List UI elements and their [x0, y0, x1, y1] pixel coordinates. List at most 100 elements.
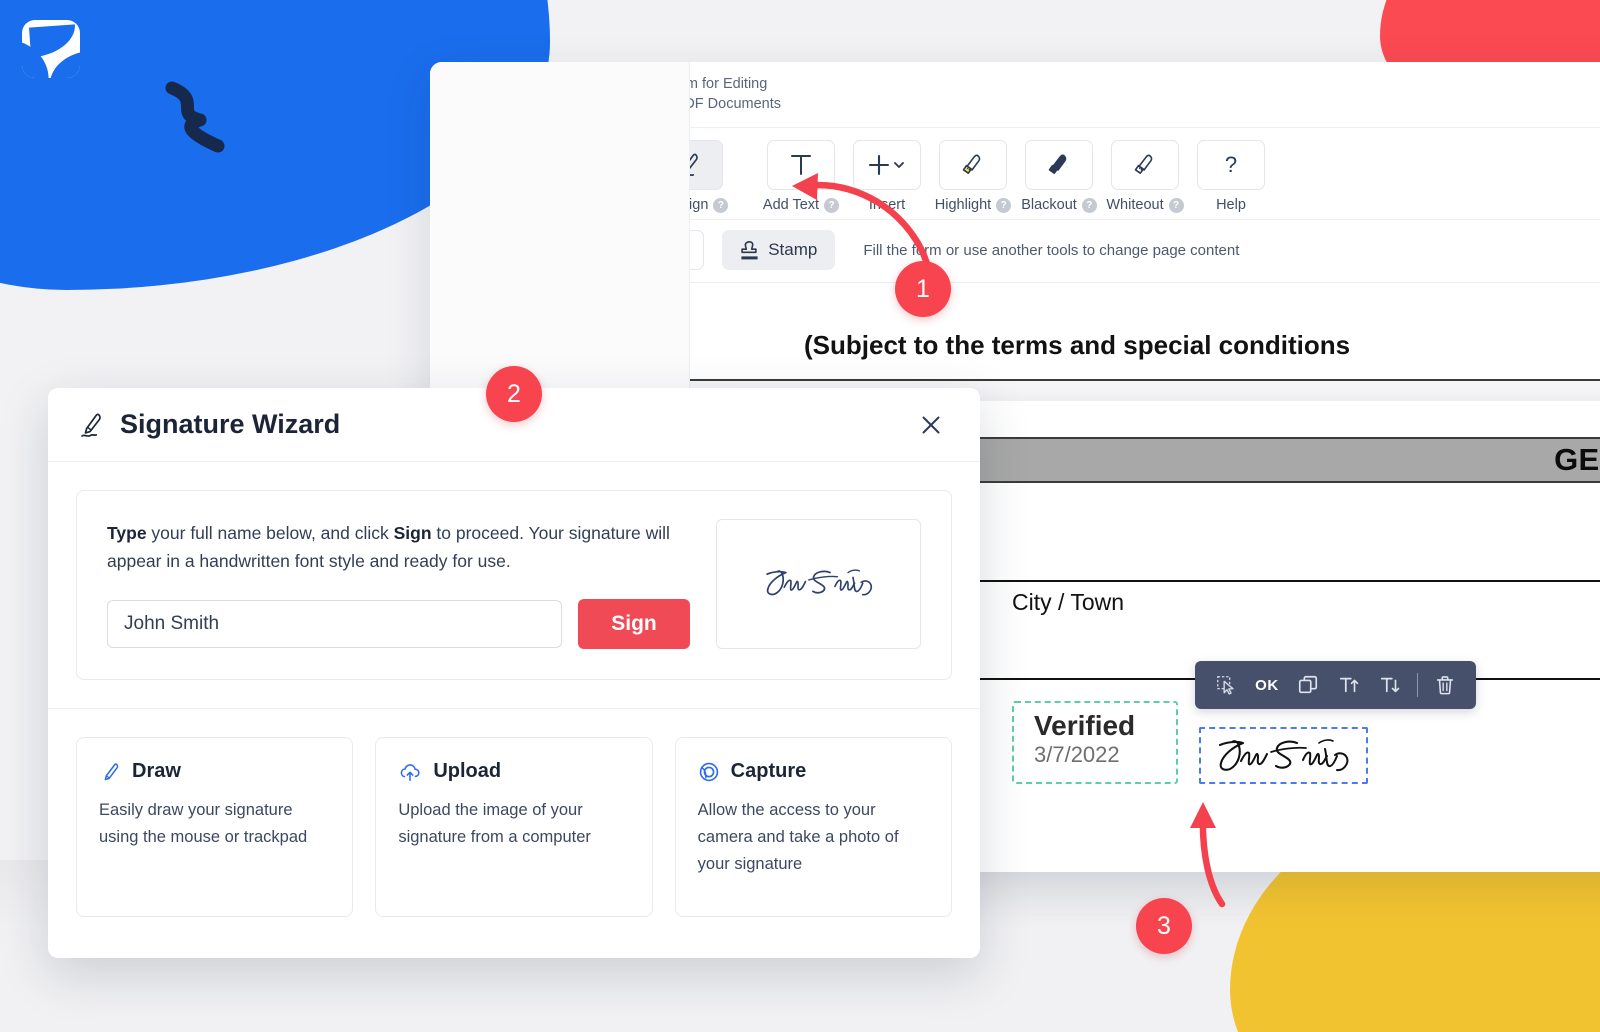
signature-john-smith-glyph — [1218, 738, 1349, 771]
signature-options-row: Draw Easily draw your signature using th… — [48, 709, 980, 917]
draw-pen-icon — [104, 762, 119, 780]
font-decrease-icon — [1380, 677, 1400, 693]
close-modal-button[interactable] — [916, 410, 946, 440]
sign-button[interactable]: Sign — [578, 599, 690, 649]
squiggle-decoration — [165, 81, 225, 153]
whiteout-brush-icon — [1134, 154, 1153, 174]
option-card-upload[interactable]: Upload Upload the image of your signatur… — [375, 737, 653, 917]
highlight-tool-button[interactable] — [939, 140, 1007, 190]
callout-badge-2: 2 — [486, 366, 542, 422]
tool-text: Insert — [868, 197, 906, 213]
tool-help[interactable]: ? Help — [1188, 140, 1274, 213]
help-icon[interactable]: ? — [1168, 197, 1184, 213]
document-subject-text: (Subject to the terms and special condit… — [804, 329, 1351, 360]
toolbar-hint-text: Fill the form or use another tools to ch… — [863, 241, 1240, 259]
tool-whiteout[interactable]: Whiteout ? — [1102, 140, 1188, 213]
signature-pen-icon — [81, 413, 101, 437]
verified-stamp-field[interactable]: Verified 3/7/2022 — [1012, 701, 1178, 784]
tool-highlight[interactable]: Highlight ? — [930, 140, 1016, 213]
help-icon[interactable]: ? — [824, 197, 840, 213]
font-increase-icon — [1339, 677, 1359, 693]
help-icon[interactable]: ? — [713, 197, 729, 213]
duplicate-button[interactable] — [1291, 668, 1325, 702]
highlight-brush-icon — [962, 154, 981, 174]
duplicate-icon — [1298, 675, 1318, 694]
tool-label-add-text: Add Text ? — [762, 197, 840, 213]
close-icon — [922, 416, 940, 433]
help-icon[interactable]: ? — [996, 197, 1012, 213]
option-desc-draw: Easily draw your signature using the mou… — [99, 801, 308, 847]
text-t-icon — [791, 155, 811, 175]
tool-text: Help — [1216, 197, 1246, 213]
plus-chevron-icon — [868, 154, 904, 176]
city-town-label: City / Town — [1012, 589, 1125, 615]
svg-text:?: ? — [1225, 152, 1237, 177]
font-decrease-button[interactable] — [1373, 668, 1407, 702]
ok-button[interactable]: OK — [1250, 668, 1284, 702]
option-head-upload: Upload — [398, 760, 629, 783]
instruction-bold-type: Type — [107, 523, 147, 543]
stamp-icon — [741, 240, 758, 259]
modal-title-block: Signature Wizard — [78, 409, 340, 440]
option-head-draw: Draw — [99, 760, 330, 783]
modal-title-text: Signature Wizard — [120, 409, 341, 439]
toolbar-divider — [1417, 673, 1418, 697]
tool-blackout[interactable]: Blackout ? — [1016, 140, 1102, 213]
tool-label-blackout: Blackout ? — [1021, 197, 1097, 213]
name-input-row: Sign — [107, 599, 690, 649]
option-card-draw[interactable]: Draw Easily draw your signature using th… — [76, 737, 354, 917]
option-title-draw: Draw — [132, 760, 181, 782]
callout-badge-3: 3 — [1136, 898, 1192, 954]
option-title-upload: Upload — [433, 760, 502, 782]
select-cursor-icon-button[interactable] — [1209, 668, 1243, 702]
font-increase-button[interactable] — [1332, 668, 1366, 702]
option-desc-capture: Allow the access to your camera and take… — [697, 801, 899, 874]
blackout-tool-button[interactable] — [1025, 140, 1093, 190]
option-desc-upload: Upload the image of your signature from … — [398, 801, 591, 847]
tool-text: Blackout — [1021, 197, 1077, 213]
signature-preview-glyph — [765, 569, 872, 596]
tool-label-insert: Insert — [869, 197, 905, 213]
tool-label-highlight: Highlight ? — [934, 197, 1012, 213]
blackout-brush-icon — [1048, 154, 1067, 174]
option-title-capture: Capture — [730, 760, 807, 782]
signature-wizard-modal: Signature Wizard Type your full name bel… — [48, 388, 980, 958]
callout-badge-1: 1 — [895, 261, 951, 317]
delete-button[interactable] — [1428, 668, 1462, 702]
instruction-part-1: your full name below, and click — [146, 523, 394, 543]
insert-tool-button[interactable] — [853, 140, 921, 190]
tool-label-whiteout: Whiteout ? — [1106, 197, 1184, 213]
tool-insert[interactable]: Insert — [844, 140, 930, 213]
option-head-capture: Capture — [698, 760, 929, 783]
add-text-tool-button[interactable] — [767, 140, 835, 190]
verified-date: 3/7/2022 — [1034, 742, 1120, 768]
app-logo-mark — [22, 20, 80, 78]
stamp-label: Stamp — [768, 240, 818, 259]
tool-text: Whiteout — [1106, 197, 1164, 213]
question-mark-icon: ? — [1225, 152, 1237, 177]
full-name-input[interactable] — [107, 600, 562, 648]
modal-body: Type your full name below, and click Sig… — [48, 462, 980, 680]
instruction-bold-sign: Sign — [393, 523, 432, 543]
signature-preview-box — [716, 519, 921, 649]
whiteout-tool-button[interactable] — [1111, 140, 1179, 190]
camera-capture-icon — [699, 762, 718, 781]
type-instruction: Type your full name below, and click Sig… — [107, 519, 690, 575]
verified-title: Verified — [1034, 710, 1136, 741]
help-tool-button[interactable]: ? — [1197, 140, 1265, 190]
delete-trash-icon — [1436, 676, 1454, 695]
general-section-title: GENERA — [1554, 442, 1600, 477]
select-cursor-icon — [1217, 676, 1234, 695]
element-actions-toolbar: OK — [1195, 661, 1476, 709]
option-card-capture[interactable]: Capture Allow the access to your camera … — [674, 737, 952, 917]
tool-label-help: Help — [1216, 197, 1246, 213]
tool-text: Add Text — [762, 197, 820, 213]
tool-text: Highlight — [934, 197, 992, 213]
stamp-button[interactable]: Stamp — [722, 230, 836, 270]
document-subject-strip: (Subject to the terms and special condit… — [690, 311, 1600, 381]
help-icon[interactable]: ? — [1081, 197, 1097, 213]
document-signature-field[interactable] — [1199, 727, 1368, 784]
type-signature-card: Type your full name below, and click Sig… — [76, 490, 952, 680]
tool-add-text[interactable]: Add Text ? — [758, 140, 844, 213]
cloud-upload-icon — [401, 763, 420, 781]
